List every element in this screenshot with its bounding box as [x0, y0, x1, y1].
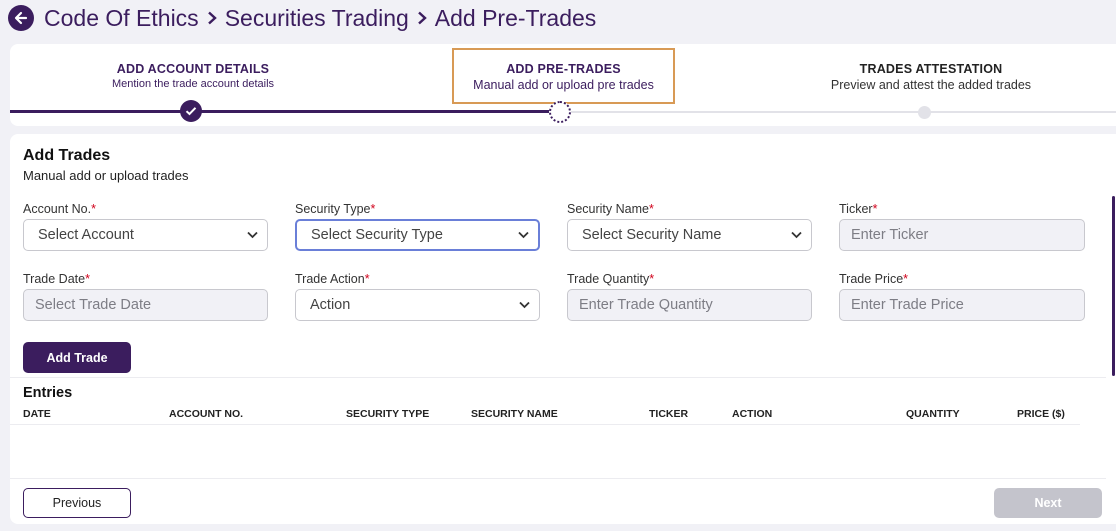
column-header-security-name: SECURITY NAME	[471, 408, 558, 420]
step-title: ADD PRE-TRADES	[506, 62, 621, 76]
column-header-quantity: QUANTITY	[906, 408, 960, 420]
breadcrumb-item-add-pre-trades: Add Pre-Trades	[434, 4, 597, 31]
security-type-select[interactable]: Select Security Type	[295, 219, 540, 251]
security-name-select[interactable]: Select Security Name	[567, 219, 812, 251]
trade-price-field: Trade Price* Enter Trade Price	[839, 272, 1085, 321]
breadcrumb: Code Of Ethics Securities Trading Add Pr…	[8, 3, 596, 33]
step-title: ADD ACCOUNT DETAILS	[116, 62, 270, 76]
chevron-right-icon	[416, 11, 428, 25]
add-trade-button[interactable]: Add Trade	[23, 342, 131, 373]
field-label: Security Type*	[295, 202, 376, 216]
column-header-price: PRICE ($)	[1017, 408, 1065, 420]
account-no-field: Account No.* Select Account	[23, 202, 268, 251]
column-header-account-no: ACCOUNT NO.	[169, 408, 244, 420]
trade-action-field: Trade Action* Action	[295, 272, 540, 321]
vertical-scrollbar[interactable]	[1112, 196, 1115, 376]
step-add-pre-trades[interactable]: ADD PRE-TRADES Manual add or upload pre …	[452, 48, 675, 104]
chevron-down-icon	[518, 231, 529, 239]
step-title: TRADES ATTESTATION	[859, 62, 1003, 76]
trade-action-select[interactable]: Action	[295, 289, 540, 321]
step-add-account-details[interactable]: ADD ACCOUNT DETAILS Mention the trade ac…	[93, 62, 293, 90]
upcoming-step-indicator	[918, 106, 931, 119]
current-step-indicator	[549, 101, 571, 123]
step-subtitle: Preview and attest the added trades	[830, 78, 1032, 92]
table-header-divider	[10, 424, 1080, 425]
chevron-down-icon	[791, 231, 802, 239]
field-label: Account No.*	[23, 202, 96, 216]
field-label: Trade Action*	[295, 272, 370, 286]
account-select[interactable]: Select Account	[23, 219, 268, 251]
field-label: Trade Price*	[839, 272, 909, 286]
progress-track-completed	[10, 110, 560, 113]
field-label: Security Name*	[567, 202, 654, 216]
ticker-field: Ticker* Enter Ticker	[839, 202, 1085, 251]
card-subtitle: Manual add or upload trades	[23, 168, 189, 183]
column-header-date: DATE	[23, 408, 51, 420]
step-trades-attestation[interactable]: TRADES ATTESTATION Preview and attest th…	[810, 62, 1052, 92]
column-header-security-type: SECURITY TYPE	[346, 408, 430, 420]
field-label: Ticker*	[839, 202, 878, 216]
field-label: Trade Date*	[23, 272, 90, 286]
breadcrumb-item-securities-trading[interactable]: Securities Trading	[225, 5, 409, 32]
column-header-action: ACTION	[732, 408, 773, 420]
field-label: Trade Quantity*	[567, 272, 655, 286]
ticker-input[interactable]: Enter Ticker	[839, 219, 1085, 251]
progress-stepper: ADD ACCOUNT DETAILS Mention the trade ac…	[10, 44, 1116, 126]
entries-title: Entries	[23, 385, 73, 401]
next-button[interactable]: Next	[994, 488, 1102, 518]
footer-divider	[10, 478, 1106, 479]
divider	[10, 377, 1106, 378]
trade-date-input[interactable]: Select Trade Date	[23, 289, 268, 321]
back-arrow-icon[interactable]	[8, 5, 34, 31]
security-name-field: Security Name* Select Security Name	[567, 202, 812, 251]
trade-quantity-input[interactable]: Enter Trade Quantity	[567, 289, 812, 321]
chevron-right-icon	[206, 11, 218, 25]
add-trades-card: Add Trades Manual add or upload trades A…	[10, 134, 1116, 524]
chevron-down-icon	[247, 231, 258, 239]
progress-track-remaining	[560, 111, 1116, 113]
breadcrumb-item-code-of-ethics[interactable]: Code Of Ethics	[44, 5, 199, 32]
checkmark-icon	[180, 100, 202, 122]
trade-date-field: Trade Date* Select Trade Date	[23, 272, 268, 321]
chevron-down-icon	[519, 301, 530, 309]
card-title: Add Trades	[23, 147, 111, 164]
step-subtitle: Mention the trade account details	[111, 78, 275, 90]
column-header-ticker: TICKER	[649, 408, 689, 420]
trade-price-input[interactable]: Enter Trade Price	[839, 289, 1085, 321]
security-type-field: Security Type* Select Security Type	[295, 202, 540, 251]
step-subtitle: Manual add or upload pre trades	[473, 78, 654, 92]
previous-button[interactable]: Previous	[23, 488, 131, 518]
trade-quantity-field: Trade Quantity* Enter Trade Quantity	[567, 272, 812, 321]
